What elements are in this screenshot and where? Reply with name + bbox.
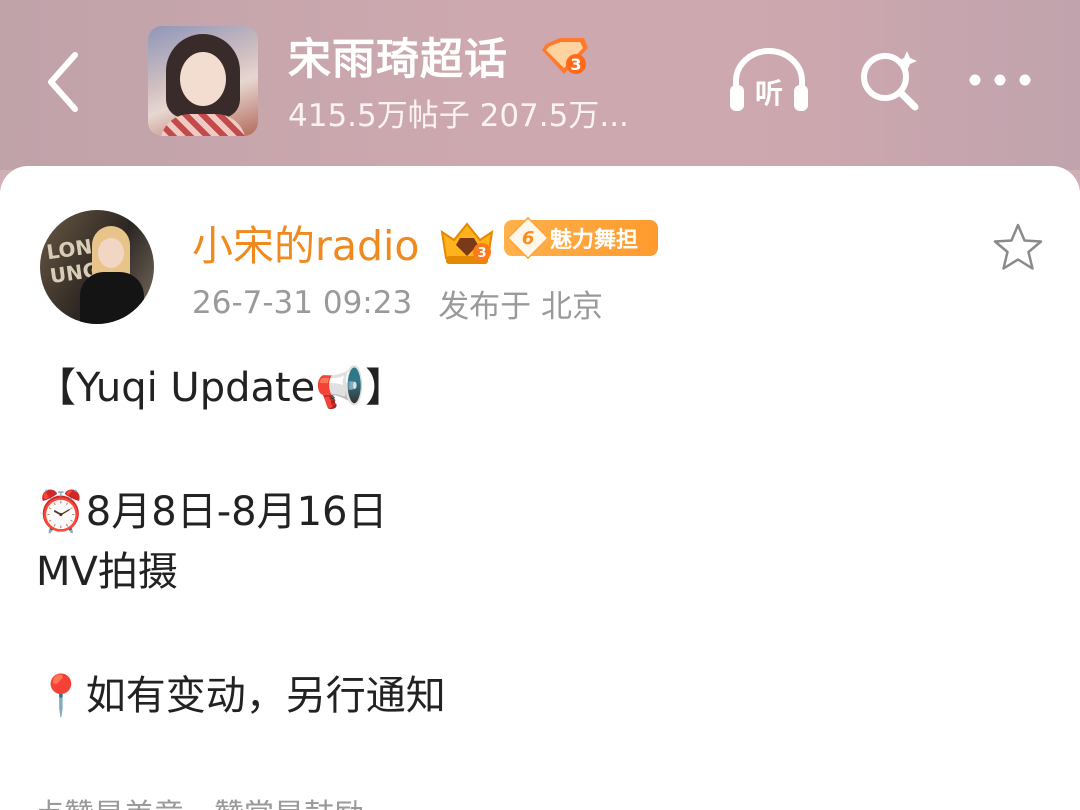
username[interactable]: 小宋的radio xyxy=(192,216,419,270)
headphones-icon: 听 xyxy=(730,48,808,111)
crown-icon: 3 xyxy=(440,222,494,264)
post-line-event: MV拍摄 xyxy=(36,549,178,595)
search-button[interactable] xyxy=(850,40,930,120)
favorite-star-icon[interactable] xyxy=(990,220,1046,276)
listen-label: 听 xyxy=(755,77,783,110)
topic-cover-image[interactable] xyxy=(148,26,258,136)
post-meta: 26-7-31 09:23 发布于 北京 xyxy=(192,280,603,326)
listen-button[interactable]: 听 xyxy=(724,40,814,120)
topic-title[interactable]: 宋雨琦超话 xyxy=(288,28,508,85)
fan-level-number: 6 xyxy=(521,227,535,249)
post-location: 发布于 北京 xyxy=(438,288,604,325)
rank-badge-number: 3 xyxy=(570,55,581,74)
post-timestamp: 26-7-31 09:23 xyxy=(192,285,413,321)
fan-level-icon: 6 xyxy=(506,216,550,260)
post-line-title: 【Yuqi Update📢】 xyxy=(36,365,406,411)
topic-stats: 415.5万帖子 207.5万... xyxy=(288,97,629,134)
more-icon xyxy=(969,74,1031,86)
back-arrow-icon xyxy=(48,52,78,112)
avatar[interactable]: LONG UNG xyxy=(40,210,154,324)
fan-badge-label: 魅力舞担 xyxy=(550,228,639,253)
search-icon xyxy=(861,51,919,111)
post-line-notice: 📍如有变动，另行通知 xyxy=(36,673,446,719)
topic-header: 宋雨琦超话 3 415.5万帖子 207.5万... 听 xyxy=(0,0,1080,170)
post-line-date: ⏰8月8日-8月16日 xyxy=(36,489,388,535)
svg-text:3: 3 xyxy=(477,246,486,261)
back-button[interactable] xyxy=(28,44,98,120)
more-button[interactable] xyxy=(955,40,1045,120)
fan-badge[interactable]: 6 魅力舞担 xyxy=(504,216,658,260)
rank-badge-icon: 3 xyxy=(542,38,588,74)
reward-hint: 点赞是美意，赞赏是鼓励 xyxy=(34,790,364,810)
post-card: LONG UNG 小宋的radio 3 6 魅力舞担 26-7-31 09:23 … xyxy=(0,166,1080,810)
